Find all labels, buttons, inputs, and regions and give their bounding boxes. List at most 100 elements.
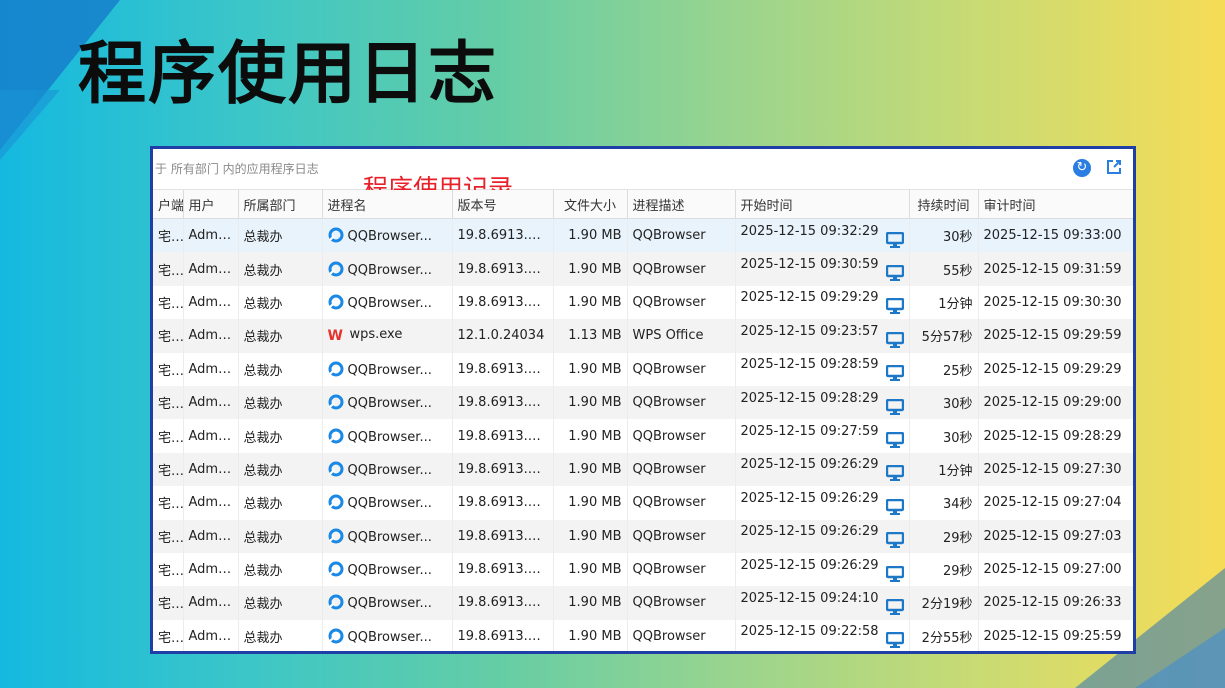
table-body: 宅 ...Admi...总裁办QQBrowser...19.8.6913.400… [153,218,1133,651]
cell-start-time: 2025-12-15 09:29:29 [735,285,910,320]
monitor-icon[interactable] [885,565,904,582]
cell-start-time: 2025-12-15 09:26:29 [735,552,910,587]
table-row[interactable]: 宅 ...Admi...总裁办 QQBrowser... 19.8.6913.400… [153,452,1133,487]
cell-process-name: QQBrowser... [347,496,432,512]
cell-duration: 30秒 [909,419,979,453]
cell-duration: 34秒 [909,486,979,520]
cell-user: Admi... [183,285,239,320]
cell-audit-time: 2025-12-15 09:29:59 [978,319,1133,353]
cell-process: QQBrowser... [322,452,453,487]
cell-start-time-text: 2025-12-15 09:26:29 [740,524,879,540]
cell-start-time: 2025-12-15 09:27:59 [735,419,910,453]
cell-process: QQBrowser... [322,586,453,620]
table-row[interactable]: 宅 ...Admi...总裁办 QQBrowser... 19.8.6913.400… [153,519,1133,553]
cell-description: QQBrowser [627,552,736,587]
monitor-icon[interactable] [885,231,904,248]
cell-process: QQBrowser... [322,519,453,553]
cell-version: 19.8.6913.400 [452,385,554,420]
table-row[interactable]: 宅 ...Admi...总裁办 QQBrowser... 19.8.6913.400… [153,619,1133,651]
cell-department: 总裁办 [238,486,323,520]
cell-user: Admi... [183,552,239,587]
cell-client: 宅 ... [153,218,184,253]
cell-process-name: QQBrowser... [347,429,432,445]
column-header-duration[interactable]: 持续时间 [909,190,979,219]
table-row[interactable]: 宅 ...Admi...总裁办 QQBrowser... 19.8.6913.400… [153,419,1133,453]
cell-size: 1.90 MB [553,519,628,553]
cell-version: 19.8.6913.400 [452,619,554,651]
cell-version: 19.8.6913.400 [452,352,554,386]
cell-duration: 30秒 [909,218,979,253]
monitor-icon[interactable] [885,331,904,348]
cell-client: 宅 ... [153,452,184,487]
log-panel: 于 所有部门 内的应用程序日志 程序使用记录 ↻ 户端 用户 所属部门 进程名 … [150,146,1136,654]
monitor-icon[interactable] [885,398,904,415]
cell-process-name: QQBrowser... [347,462,432,478]
column-header-start-time[interactable]: 开始时间 [735,190,910,219]
column-header-department[interactable]: 所属部门 [238,190,323,219]
cell-start-time: 2025-12-15 09:24:10 [735,586,910,620]
column-header-description[interactable]: 进程描述 [627,190,736,219]
cell-process: QQBrowser... [322,552,453,587]
qqbrowser-icon [328,361,343,377]
table-row[interactable]: 宅 ...Admi...总裁办 QQBrowser... 19.8.6913.400… [153,586,1133,620]
table-row[interactable]: 宅 ...Admi...总裁办 QQBrowser... 19.8.6913.400… [153,552,1133,587]
cell-size: 1.90 MB [553,619,628,651]
table-row[interactable]: 宅 ...Admi...总裁办 QQBrowser... 19.8.6913.400… [153,486,1133,520]
table-row[interactable]: 宅 ...Admi...总裁办 QQBrowser... 19.8.6913.400… [153,218,1133,253]
column-header-version[interactable]: 版本号 [452,190,554,219]
cell-start-time: 2025-12-15 09:28:59 [735,352,910,386]
table-row[interactable]: 宅 ...Admi...总裁办 QQBrowser... 19.8.6913.400… [153,385,1133,420]
cell-start-time-text: 2025-12-15 09:26:29 [740,557,879,573]
cell-size: 1.90 MB [553,452,628,487]
cell-description: QQBrowser [627,419,736,453]
cell-start-time-text: 2025-12-15 09:27:59 [740,424,879,440]
cell-process-name: QQBrowser... [347,295,432,311]
monitor-icon[interactable] [885,365,904,382]
cell-client: 宅 ... [153,285,184,320]
column-header-audit-time[interactable]: 审计时间 [978,190,1133,219]
cell-user: Admi... [183,352,239,386]
monitor-icon[interactable] [885,598,904,615]
monitor-icon[interactable] [885,632,904,649]
monitor-icon[interactable] [885,265,904,282]
cell-version: 19.8.6913.400 [452,586,554,620]
cell-start-time-text: 2025-12-15 09:22:58 [740,624,879,640]
cell-start-time: 2025-12-15 09:26:29 [735,486,910,520]
cell-duration: 5分57秒 [909,319,979,353]
monitor-icon[interactable] [885,298,904,315]
table-row[interactable]: 宅 ...Admi...总裁办 QQBrowser... 19.8.6913.400… [153,352,1133,386]
monitor-icon[interactable] [885,432,904,449]
table-row[interactable]: 宅 ...Admi...总裁办 QQBrowser... 19.8.6913.400… [153,285,1133,320]
cell-client: 宅 ... [153,352,184,386]
cell-start-time-text: 2025-12-15 09:28:29 [740,390,879,406]
column-header-process[interactable]: 进程名 [322,190,453,219]
cell-department: 总裁办 [238,218,323,253]
monitor-icon[interactable] [885,498,904,515]
cell-client: 宅 ... [153,319,184,353]
cell-user: Admi... [183,419,239,453]
cell-version: 19.8.6913.400 [452,285,554,320]
cell-audit-time: 2025-12-15 09:27:30 [978,452,1133,487]
export-icon[interactable] [1105,158,1123,176]
refresh-icon[interactable]: ↻ [1073,159,1091,177]
cell-process: QQBrowser... [322,419,453,453]
cell-process-name: QQBrowser... [347,229,432,245]
column-header-user[interactable]: 用户 [183,190,239,219]
cell-audit-time: 2025-12-15 09:27:03 [978,519,1133,553]
wps-icon: W [327,328,343,345]
cell-client: 宅 ... [153,252,184,286]
cell-size: 1.90 MB [553,285,628,320]
cell-process-name: QQBrowser... [347,529,432,545]
cell-start-time-text: 2025-12-15 09:28:59 [740,357,879,373]
column-header-client[interactable]: 户端 [153,190,184,219]
page-title: 程序使用日志 [78,35,499,114]
monitor-icon[interactable] [885,532,904,549]
cell-start-time: 2025-12-15 09:26:29 [735,519,910,553]
qqbrowser-icon [328,394,343,410]
table-row[interactable]: 宅 ...Admi...总裁办 QQBrowser... 19.8.6913.400… [153,252,1133,286]
table-row[interactable]: 宅 ...Admi...总裁办Wwps.exe12.1.0.240341.13 … [153,319,1133,353]
qqbrowser-icon [328,528,343,544]
monitor-icon[interactable] [885,465,904,482]
column-header-size[interactable]: 文件大小 [553,190,628,219]
cell-audit-time: 2025-12-15 09:29:00 [978,385,1133,420]
